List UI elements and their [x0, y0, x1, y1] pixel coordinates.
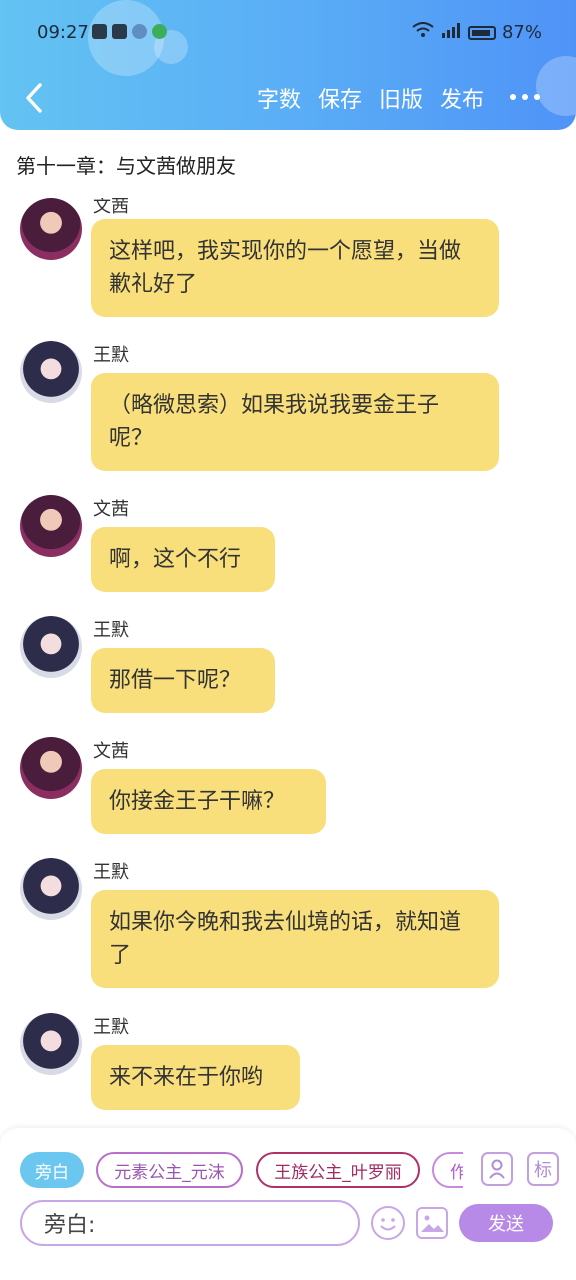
globe-icon	[132, 24, 147, 39]
more-icon[interactable]	[510, 94, 540, 100]
back-icon[interactable]	[18, 80, 50, 116]
avatar[interactable]	[20, 341, 82, 403]
message-bubble[interactable]: 啊，这个不行	[91, 527, 275, 592]
mark-button[interactable]: 标	[527, 1152, 559, 1186]
role-chip[interactable]: 作	[432, 1152, 463, 1188]
avatar[interactable]	[20, 495, 82, 557]
message-bubble[interactable]: （略微思索）如果我说我要金王子呢？	[91, 373, 499, 471]
avatar[interactable]	[20, 616, 82, 678]
sender-name: 王默	[93, 862, 129, 883]
sender-name: 王默	[93, 345, 129, 366]
person-icon[interactable]	[481, 1152, 513, 1186]
message-input[interactable]: 旁白:	[20, 1200, 360, 1246]
message-bubble[interactable]: 这样吧，我实现你的一个愿望，当做歉礼好了	[91, 219, 499, 317]
old-version-button[interactable]: 旧版	[379, 82, 423, 114]
publish-button[interactable]: 发布	[440, 82, 484, 114]
wifi-icon	[412, 22, 434, 43]
message-bubble[interactable]: 你接金王子干嘛？	[91, 769, 326, 834]
avatar[interactable]	[20, 858, 82, 920]
message-bubble[interactable]: 来不来在于你哟	[91, 1045, 300, 1110]
avatar[interactable]	[20, 198, 82, 260]
battery-icon	[467, 25, 496, 40]
mail-icon	[112, 24, 127, 39]
message-bubble[interactable]: 那借一下呢？	[91, 648, 275, 713]
sender-name: 王默	[93, 620, 129, 641]
signal-icon	[440, 22, 462, 43]
message-bubble[interactable]: 如果你今晚和我去仙境的话，就知道了	[91, 890, 499, 988]
word-count-button[interactable]: 字数	[257, 82, 301, 114]
toolbar: 字数 保存 旧版 发布	[257, 82, 484, 114]
message-list[interactable]: 文茜 这样吧，我实现你的一个愿望，当做歉礼好了 王默 （略微思索）如果我说我要金…	[0, 198, 576, 1128]
role-chip[interactable]: 元素公主_元沫	[96, 1152, 243, 1188]
status-time: 09:27	[37, 22, 89, 43]
sender-name: 文茜	[93, 741, 129, 762]
composer-panel: 旁白 元素公主_元沫 王族公主_叶罗丽 作 标 旁白: 发送	[0, 1128, 576, 1280]
role-selector: 旁白 元素公主_元沫 王族公主_叶罗丽 作	[20, 1152, 463, 1188]
decor-circle	[536, 56, 576, 116]
avatar[interactable]	[20, 737, 82, 799]
battery-level: 87%	[501, 22, 542, 43]
emoji-icon[interactable]	[371, 1206, 405, 1240]
avatar[interactable]	[20, 1013, 82, 1075]
send-button[interactable]: 发送	[459, 1204, 553, 1242]
role-chip-narration[interactable]: 旁白	[20, 1152, 84, 1188]
sender-name: 文茜	[93, 499, 129, 520]
sender-name: 王默	[93, 1017, 129, 1038]
role-chip[interactable]: 王族公主_叶罗丽	[256, 1152, 420, 1188]
sender-name: 文茜	[93, 198, 129, 217]
image-icon[interactable]	[416, 1207, 448, 1239]
notification-icon	[92, 24, 107, 39]
status-right: 87%	[412, 22, 542, 43]
save-button[interactable]: 保存	[318, 82, 362, 114]
header: 09:27 87% 字数 保存 旧版 发布	[0, 0, 576, 130]
chapter-title: 第十一章：与文茜做朋友	[16, 154, 236, 178]
shield-icon	[152, 24, 167, 39]
notification-icons	[92, 24, 167, 39]
